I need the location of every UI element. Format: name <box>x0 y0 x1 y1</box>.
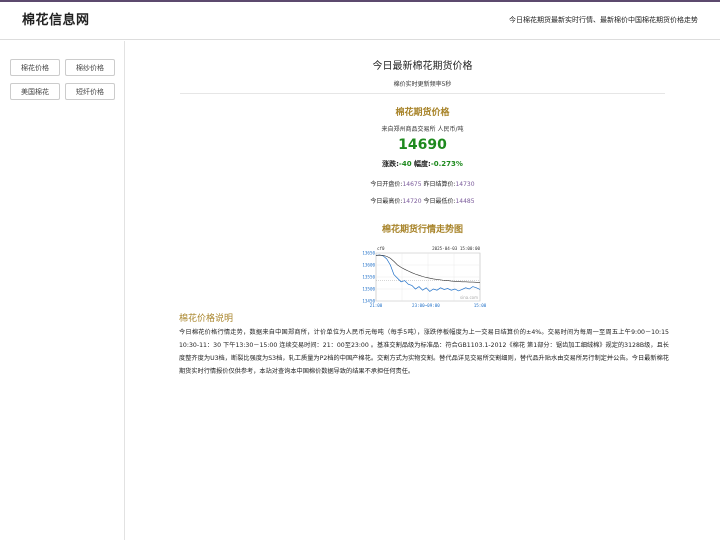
settle-label: 昨日结算价: <box>423 181 456 188</box>
chart-x-tick-label: 15:00 <box>474 303 487 308</box>
sidebar-item-yarn-price[interactable]: 棉纱价格 <box>65 59 115 76</box>
high-label: 今日最高价: <box>370 198 403 205</box>
sidebar-item-us-cotton[interactable]: 美国棉花 <box>10 83 60 100</box>
low-label: 今日最低价: <box>423 198 456 205</box>
explain-text: 今日棉花价格行情走势，数据来自中国郑商所，计价单位为人民币元每吨（每手5吨），涨… <box>179 329 669 375</box>
sidebar: 棉花价格 棉纱价格 美国棉花 短纤价格 <box>0 41 125 540</box>
site-header: 棉花信息网 今日棉花期货最新实时行情、最新棉价中国棉花期货价格走势 <box>0 2 720 40</box>
change-row: 涨跌:-40 幅度:-0.273% <box>125 159 720 169</box>
pct-label: 幅度: <box>414 160 431 168</box>
current-price: 14690 <box>398 137 447 153</box>
price-source: 来自郑州商品交易所 人民币/吨 <box>381 126 464 133</box>
open-settle-row: 今日开盘价:14675 昨日结算价:14730 <box>125 179 720 188</box>
chart-x-tick-label: 23:00~09:00 <box>412 303 440 308</box>
trend-chart-svg: 1365013600135501350013450cf0 2025-04-03 1… <box>362 246 487 308</box>
chart-x-tick-label: 21:00 <box>370 303 383 308</box>
trend-heading: 棉花期货行情走势图 <box>381 225 463 235</box>
chart-watermark: sina.com <box>460 295 478 300</box>
settle-value: 14730 <box>455 181 475 188</box>
sidebar-item-staple-fiber-price[interactable]: 短纤价格 <box>65 83 115 100</box>
change-label: 涨跌: <box>382 160 399 168</box>
high-value: 14720 <box>402 198 422 205</box>
chart-y-tick-label: 13550 <box>362 275 375 280</box>
chart-code-label: cf0 <box>377 246 385 251</box>
trend-chart: 13650 13600 13550 13500 13450 cf0 2025-04-03 1… <box>360 245 490 311</box>
explain-heading: 棉花价格说明 <box>179 314 234 324</box>
header-tagline: 今日棉花期货最新实时行情、最新棉价中国棉花期货价格走势 <box>509 16 698 24</box>
sidebar-item-cotton-price[interactable]: 棉花价格 <box>10 59 60 76</box>
high-low-row: 今日最高价:14720 今日最低价:14485 <box>125 196 720 205</box>
pct-value: -0.273% <box>430 160 463 168</box>
chart-y-tick-label: 13500 <box>362 287 375 292</box>
open-label: 今日开盘价: <box>370 181 403 188</box>
chart-datetime-label: 2025-04-03 15:00:00 <box>432 246 480 251</box>
low-value: 14485 <box>455 198 475 205</box>
page-title: 今日最新棉花期货价格 <box>372 61 473 72</box>
chart-y-tick-label: 13600 <box>362 263 375 268</box>
site-logo[interactable]: 棉花信息网 <box>22 9 90 28</box>
divider <box>180 93 665 94</box>
open-value: 14675 <box>402 181 422 188</box>
chart-y-tick-label: 13650 <box>362 251 375 256</box>
change-value: -40 <box>398 160 412 168</box>
main-content: 今日最新棉花期货价格 棉价实时更新频率5秒 棉花期货价格 来自郑州商品交易所 人… <box>125 41 720 540</box>
update-note: 棉价实时更新频率5秒 <box>393 81 452 88</box>
futures-heading: 棉花期货价格 <box>395 108 450 118</box>
